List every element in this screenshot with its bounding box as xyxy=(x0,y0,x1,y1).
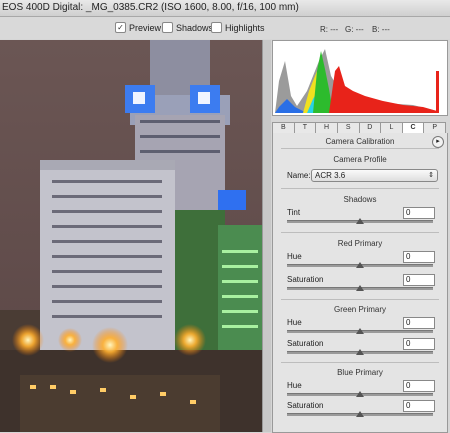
green-saturation-input[interactable]: 0 xyxy=(403,338,435,350)
tint-label: Tint xyxy=(287,208,301,217)
red-primary-heading: Red Primary xyxy=(337,239,383,248)
select-arrows-icon: ⇕ xyxy=(428,172,434,179)
divider xyxy=(281,299,439,300)
divider xyxy=(281,232,439,233)
camera-calibration-panel: Camera Calibration ▸ Camera Profile Name… xyxy=(272,133,448,433)
r-readout: R: --- xyxy=(320,25,339,34)
checkbox-empty-icon xyxy=(211,22,222,33)
panel-menu-icon[interactable]: ▸ xyxy=(432,136,444,148)
shadows-heading: Shadows xyxy=(343,195,377,204)
histogram-plot xyxy=(273,41,447,115)
camera-profile-select[interactable]: ACR 3.6 ⇕ xyxy=(311,169,438,182)
blue-saturation-label: Saturation xyxy=(287,401,324,410)
panel-divider[interactable] xyxy=(262,40,271,432)
divider xyxy=(281,148,439,149)
shadows-checkbox[interactable]: Shadows xyxy=(162,22,213,33)
highlights-label: Highlights xyxy=(225,22,265,33)
blue-hue-slider-thumb[interactable] xyxy=(356,391,364,397)
tint-input[interactable]: 0 xyxy=(403,207,435,219)
checkbox-empty-icon xyxy=(162,22,173,33)
name-label: Name: xyxy=(287,171,311,180)
red-hue-input[interactable]: 0 xyxy=(403,251,435,263)
histogram xyxy=(272,40,448,116)
blue-saturation-slider-thumb[interactable] xyxy=(356,411,364,417)
shadows-label: Shadows xyxy=(176,22,214,33)
g-readout: G: --- xyxy=(345,25,364,34)
panel-tabs: B T H S D L C P xyxy=(272,122,446,134)
green-saturation-label: Saturation xyxy=(287,339,324,348)
divider xyxy=(281,188,439,189)
city-night-photo xyxy=(0,40,262,432)
red-saturation-label: Saturation xyxy=(287,275,324,284)
preview-checkbox[interactable]: ✓ Preview xyxy=(115,22,161,33)
blue-hue-label: Hue xyxy=(287,381,302,390)
green-saturation-slider-thumb[interactable] xyxy=(356,349,364,355)
image-preview[interactable] xyxy=(0,40,262,432)
camera-profile-value: ACR 3.6 xyxy=(315,171,346,180)
blue-primary-heading: Blue Primary xyxy=(337,368,383,377)
window-title: EOS 400D Digital: _MG_0385.CR2 (ISO 1600… xyxy=(2,2,299,13)
red-hue-slider-thumb[interactable] xyxy=(356,262,364,268)
panel-title: Camera Calibration xyxy=(325,137,395,146)
preview-label: Preview xyxy=(129,22,162,33)
blue-hue-input[interactable]: 0 xyxy=(403,380,435,392)
highlights-checkbox[interactable]: Highlights xyxy=(211,22,265,33)
red-hue-label: Hue xyxy=(287,252,302,261)
green-hue-input[interactable]: 0 xyxy=(403,317,435,329)
blue-saturation-input[interactable]: 0 xyxy=(403,400,435,412)
camera-profile-heading: Camera Profile xyxy=(333,155,387,164)
green-primary-heading: Green Primary xyxy=(333,305,386,314)
tint-slider-thumb[interactable] xyxy=(356,218,364,224)
red-saturation-slider-thumb[interactable] xyxy=(356,285,364,291)
divider xyxy=(281,362,439,363)
window-titlebar: EOS 400D Digital: _MG_0385.CR2 (ISO 1600… xyxy=(0,0,450,17)
b-readout: B: --- xyxy=(372,25,390,34)
checkmark-icon: ✓ xyxy=(115,22,126,33)
green-hue-label: Hue xyxy=(287,318,302,327)
green-hue-slider-thumb[interactable] xyxy=(356,328,364,334)
red-saturation-input[interactable]: 0 xyxy=(403,274,435,286)
